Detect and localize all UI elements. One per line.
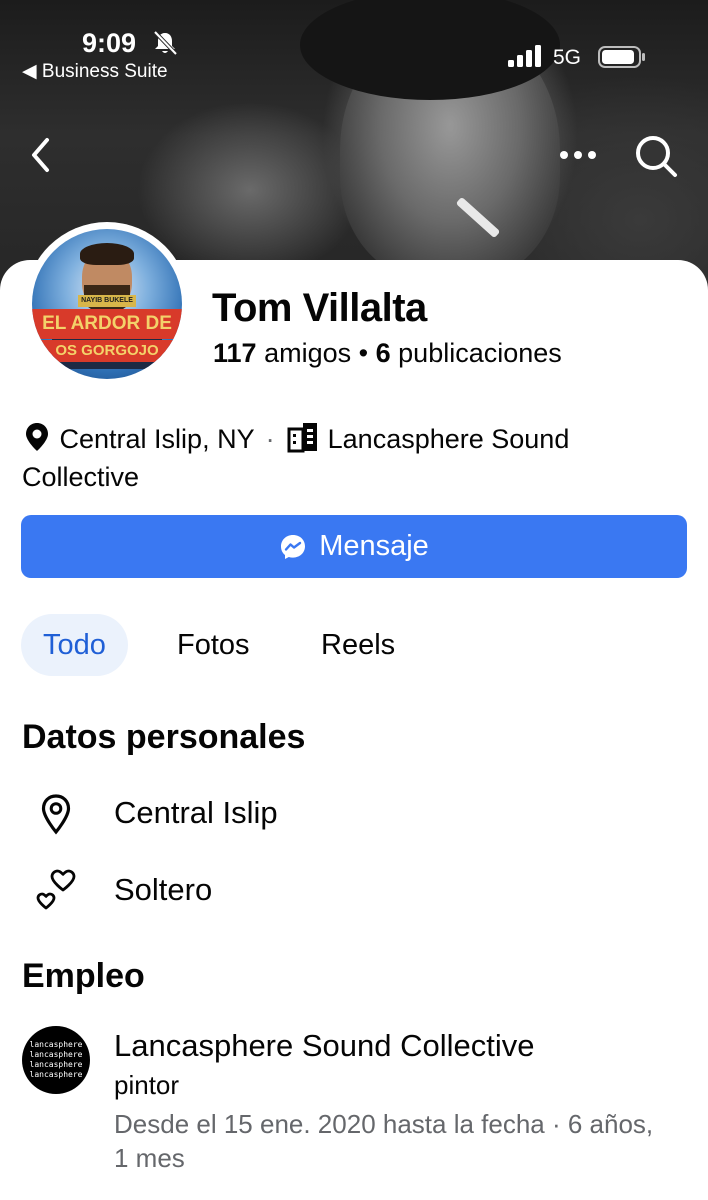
stats-separator: • xyxy=(358,338,369,368)
building-icon xyxy=(287,423,318,453)
message-button-label: Mensaje xyxy=(319,530,429,562)
avatar-hair xyxy=(80,243,134,265)
avatar-title: EL ARDOR DE xyxy=(32,309,182,339)
chevron-left-icon[interactable] xyxy=(22,130,62,180)
battery-icon xyxy=(598,46,645,68)
search-icon[interactable] xyxy=(630,130,682,182)
messenger-icon xyxy=(281,534,306,559)
personal-location: Central Islip xyxy=(114,795,278,830)
friends-label[interactable]: amigos xyxy=(264,338,351,368)
location-pin-filled-icon xyxy=(26,423,48,451)
relationship-status: Soltero xyxy=(114,872,213,907)
tab-fotos[interactable]: Fotos xyxy=(155,614,272,676)
avatar[interactable]: NAYIB BUKELE EL ARDOR DE OS GORGOJO xyxy=(25,222,189,386)
avatar-tag: NAYIB BUKELE xyxy=(78,295,136,307)
profile-stats: 117 amigos • 6 publicaciones xyxy=(213,338,562,369)
logo-line: lancasphere xyxy=(29,1040,83,1049)
logo-line: lancasphere xyxy=(29,1050,83,1059)
tab-todo[interactable]: Todo xyxy=(21,614,128,676)
hearts-icon xyxy=(36,869,76,910)
posts-count: 6 xyxy=(375,338,391,368)
avatar-subtitle: OS GORGOJO xyxy=(32,340,182,362)
avatar-image: NAYIB BUKELE EL ARDOR DE OS GORGOJO xyxy=(32,229,182,379)
tab-reels[interactable]: Reels xyxy=(299,614,417,676)
employment-title: Empleo xyxy=(22,957,145,995)
network-type: 5G xyxy=(553,46,582,69)
more-horizontal-icon[interactable] xyxy=(556,140,600,170)
friends-count[interactable]: 117 xyxy=(213,338,257,368)
back-to-app-link[interactable]: ◀ Business Suite xyxy=(22,60,168,83)
bell-muted-icon xyxy=(153,30,178,56)
job-dates: Desde el 15 ene. 2020 hasta la fecha · 6… xyxy=(114,1109,654,1173)
posts-label: publicaciones xyxy=(398,338,562,368)
location-pin-icon xyxy=(41,794,71,835)
status-time: 9:09 xyxy=(82,28,137,58)
message-button[interactable]: Mensaje xyxy=(21,515,687,578)
personal-details-title: Datos personales xyxy=(22,718,306,756)
intro-details: Central Islip, NY · Lancasphere Sound Co… xyxy=(22,420,682,496)
intro-location: Central Islip, NY xyxy=(59,424,255,454)
company-name[interactable]: Lancasphere Sound Collective xyxy=(114,1028,535,1064)
company-logo[interactable]: lancasphere lancasphere lancasphere lanc… xyxy=(22,1026,90,1094)
job-role: pintor xyxy=(114,1070,180,1100)
profile-name: Tom Villalta xyxy=(212,286,427,330)
intro-separator: · xyxy=(265,424,275,454)
logo-line: lancasphere xyxy=(29,1060,83,1069)
signal-icon xyxy=(508,45,541,67)
logo-line: lancasphere xyxy=(29,1070,83,1079)
